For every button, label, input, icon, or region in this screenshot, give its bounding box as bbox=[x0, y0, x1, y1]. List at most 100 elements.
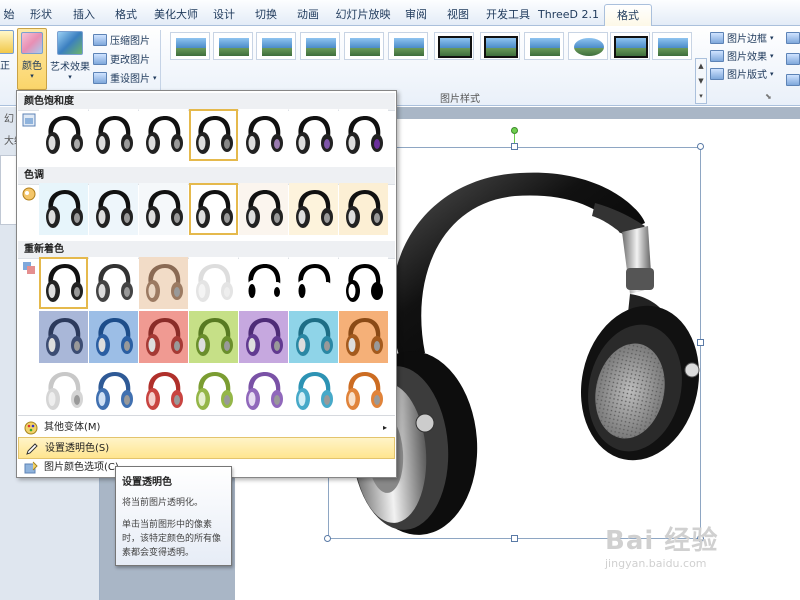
color-option-1-0[interactable] bbox=[39, 183, 88, 235]
color-option-3-5[interactable] bbox=[289, 311, 338, 363]
picture-effects-button[interactable]: 图片效果 ▾ bbox=[710, 48, 774, 63]
picture-style-3[interactable] bbox=[256, 32, 296, 60]
picture-style-5[interactable] bbox=[344, 32, 384, 60]
headphones-thumbnail-icon bbox=[95, 190, 133, 228]
art-effects-button[interactable]: 艺术效果 ▾ bbox=[50, 31, 90, 91]
more-variants-label: 其他变体(M) bbox=[44, 422, 101, 433]
color-option-4-6[interactable] bbox=[339, 365, 388, 417]
picture-style-2[interactable] bbox=[213, 32, 253, 60]
style-preview-image bbox=[484, 36, 518, 58]
picture-style-1[interactable] bbox=[170, 32, 210, 60]
arrange-group-partial[interactable] bbox=[786, 32, 800, 86]
color-option-4-5[interactable] bbox=[289, 365, 338, 417]
tab-8[interactable]: 幻灯片放映 bbox=[332, 4, 394, 26]
color-option-2-0[interactable] bbox=[39, 257, 88, 309]
picture-style-7[interactable] bbox=[434, 32, 474, 60]
set-transparent-color-item[interactable]: 设置透明色(S) bbox=[18, 437, 395, 459]
color-option-0-3[interactable] bbox=[189, 109, 238, 161]
headphones-thumbnail-icon bbox=[95, 372, 133, 410]
color-option-0-5[interactable] bbox=[289, 109, 338, 161]
color-option-1-1[interactable] bbox=[89, 183, 138, 235]
color-option-3-3[interactable] bbox=[189, 311, 238, 363]
tab-9[interactable]: 审阅 bbox=[398, 4, 434, 26]
color-option-3-4[interactable] bbox=[239, 311, 288, 363]
picture-style-10[interactable] bbox=[568, 32, 608, 60]
color-option-4-0[interactable] bbox=[39, 365, 88, 417]
color-option-4-3[interactable] bbox=[189, 365, 238, 417]
color-option-0-1[interactable] bbox=[89, 109, 138, 161]
color-option-0-2[interactable] bbox=[139, 109, 188, 161]
color-option-2-5[interactable] bbox=[289, 257, 338, 309]
color-option-1-4[interactable] bbox=[239, 183, 288, 235]
color-options-icon bbox=[24, 461, 38, 475]
color-option-4-1[interactable] bbox=[89, 365, 138, 417]
resize-handle-bottom[interactable] bbox=[511, 535, 518, 542]
resize-handle-top-right[interactable] bbox=[697, 143, 704, 150]
color-option-3-2[interactable] bbox=[139, 311, 188, 363]
rotate-handle[interactable] bbox=[511, 127, 518, 134]
tab-13[interactable]: 格式 bbox=[604, 4, 652, 27]
recolor-icon bbox=[22, 261, 36, 275]
headphones-thumbnail-icon bbox=[345, 372, 383, 410]
picture-layout-button[interactable]: 图片版式 ▾ bbox=[710, 66, 774, 81]
dialog-launcher-icon[interactable]: ⬊ bbox=[765, 92, 772, 101]
color-option-0-0[interactable] bbox=[39, 109, 88, 161]
tab-7[interactable]: 动画 bbox=[290, 4, 326, 26]
change-picture-button[interactable]: 更改图片 bbox=[93, 51, 150, 66]
color-option-1-5[interactable] bbox=[289, 183, 338, 235]
picture-border-button[interactable]: 图片边框 ▾ bbox=[710, 30, 774, 45]
tab-10[interactable]: 视图 bbox=[440, 4, 476, 26]
picture-style-9[interactable] bbox=[524, 32, 564, 60]
color-option-2-4[interactable] bbox=[239, 257, 288, 309]
color-option-2-3[interactable] bbox=[189, 257, 238, 309]
more-variants-item[interactable]: 其他变体(M) ▸ bbox=[18, 417, 395, 439]
resize-handle-bottom-left[interactable] bbox=[324, 535, 331, 542]
art-effects-icon bbox=[57, 31, 83, 55]
section-recolor-label: 重新着色 bbox=[24, 244, 64, 255]
color-option-4-4[interactable] bbox=[239, 365, 288, 417]
color-option-1-3[interactable] bbox=[189, 183, 238, 235]
color-option-0-6[interactable] bbox=[339, 109, 388, 161]
compress-pictures-button[interactable]: 压缩图片 bbox=[93, 32, 150, 47]
tab-slides[interactable]: 幻 bbox=[4, 110, 14, 125]
tooltip-line2: 单击当前图形中的像素时，该特定颜色的所有像素都会变得透明。 bbox=[122, 520, 222, 558]
color-option-2-6[interactable] bbox=[339, 257, 388, 309]
tab-3[interactable]: 格式 bbox=[108, 4, 144, 26]
color-button-label: 颜色 bbox=[22, 61, 42, 72]
watermark: Bai 经验 jingyan.baidu.com bbox=[605, 520, 718, 570]
gallery-scrollbar[interactable]: ▲ ▼ ▾ bbox=[695, 58, 707, 104]
headphones-thumbnail-icon bbox=[295, 264, 333, 302]
color-option-3-1[interactable] bbox=[89, 311, 138, 363]
resize-handle-right[interactable] bbox=[697, 339, 704, 346]
color-option-0-4[interactable] bbox=[239, 109, 288, 161]
color-option-3-6[interactable] bbox=[339, 311, 388, 363]
picture-style-6[interactable] bbox=[388, 32, 428, 60]
tab-1[interactable]: 形状 bbox=[22, 4, 60, 26]
corrections-button[interactable]: 正 bbox=[0, 30, 16, 90]
reset-picture-button[interactable]: 重设图片 ▾ bbox=[93, 70, 157, 85]
style-preview-image bbox=[350, 38, 380, 56]
tab-4[interactable]: 美化大师 bbox=[150, 4, 202, 26]
color-option-2-2[interactable] bbox=[139, 257, 188, 309]
color-option-4-2[interactable] bbox=[139, 365, 188, 417]
tab-6[interactable]: 切换 bbox=[248, 4, 284, 26]
resize-handle-top[interactable] bbox=[511, 143, 518, 150]
color-option-3-0[interactable] bbox=[39, 311, 88, 363]
tab-5[interactable]: 设计 bbox=[206, 4, 242, 26]
selection-pane-icon bbox=[786, 74, 800, 86]
picture-border-label: 图片边框 bbox=[727, 34, 767, 45]
picture-style-11[interactable] bbox=[610, 32, 650, 60]
color-option-1-2[interactable] bbox=[139, 183, 188, 235]
picture-style-12[interactable] bbox=[652, 32, 692, 60]
picture-style-4[interactable] bbox=[300, 32, 340, 60]
color-button[interactable]: 颜色 ▾ bbox=[17, 28, 47, 90]
picture-style-8[interactable] bbox=[480, 32, 520, 60]
color-option-1-6[interactable] bbox=[339, 183, 388, 235]
tab-12[interactable]: ThreeD 2.1 bbox=[538, 4, 599, 26]
picture-effects-label: 图片效果 bbox=[727, 52, 767, 63]
tab-0[interactable]: 始 bbox=[0, 4, 18, 26]
style-preview-image bbox=[658, 38, 688, 56]
tab-11[interactable]: 开发工具 bbox=[482, 4, 534, 26]
color-option-2-1[interactable] bbox=[89, 257, 138, 309]
tab-2[interactable]: 插入 bbox=[66, 4, 102, 26]
